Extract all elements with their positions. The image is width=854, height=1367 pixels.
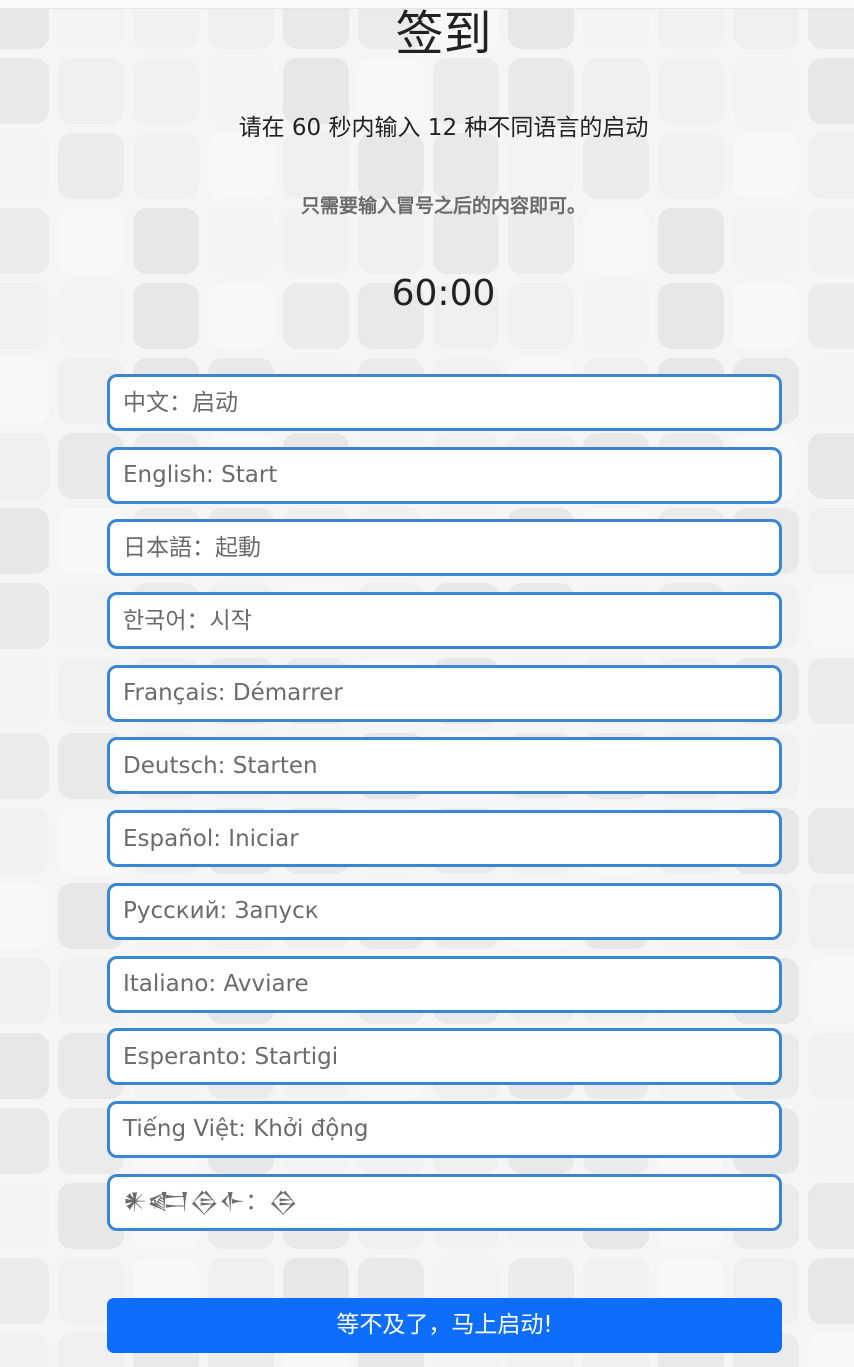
input-german[interactable] (107, 737, 782, 795)
input-french[interactable] (107, 664, 782, 722)
input-korean[interactable] (107, 592, 782, 650)
input-italian[interactable] (107, 955, 782, 1013)
input-chinese[interactable] (107, 374, 782, 431)
start-now-button[interactable]: 等不及了，马上启动! (107, 1298, 782, 1353)
input-russian[interactable] (107, 882, 782, 940)
input-esperanto[interactable] (107, 1028, 782, 1086)
instruction-text: 请在 60 秒内输入 12 种不同语言的启动 (238, 115, 649, 141)
input-spanish[interactable] (107, 810, 782, 868)
input-japanese[interactable] (107, 519, 782, 577)
countdown-timer: 60:00 (391, 273, 496, 314)
input-english[interactable] (107, 446, 782, 504)
hint-text: 只需要输入冒号之后的内容即可。 (300, 195, 586, 217)
input-vietnamese[interactable] (107, 1100, 782, 1158)
page-title: 签到 (395, 6, 492, 62)
input-sumerian[interactable] (107, 1173, 782, 1231)
check-in-page: 签到 请在 60 秒内输入 12 种不同语言的启动 只需要输入冒号之后的内容即可… (0, 0, 854, 1367)
language-input-list (107, 374, 782, 1246)
